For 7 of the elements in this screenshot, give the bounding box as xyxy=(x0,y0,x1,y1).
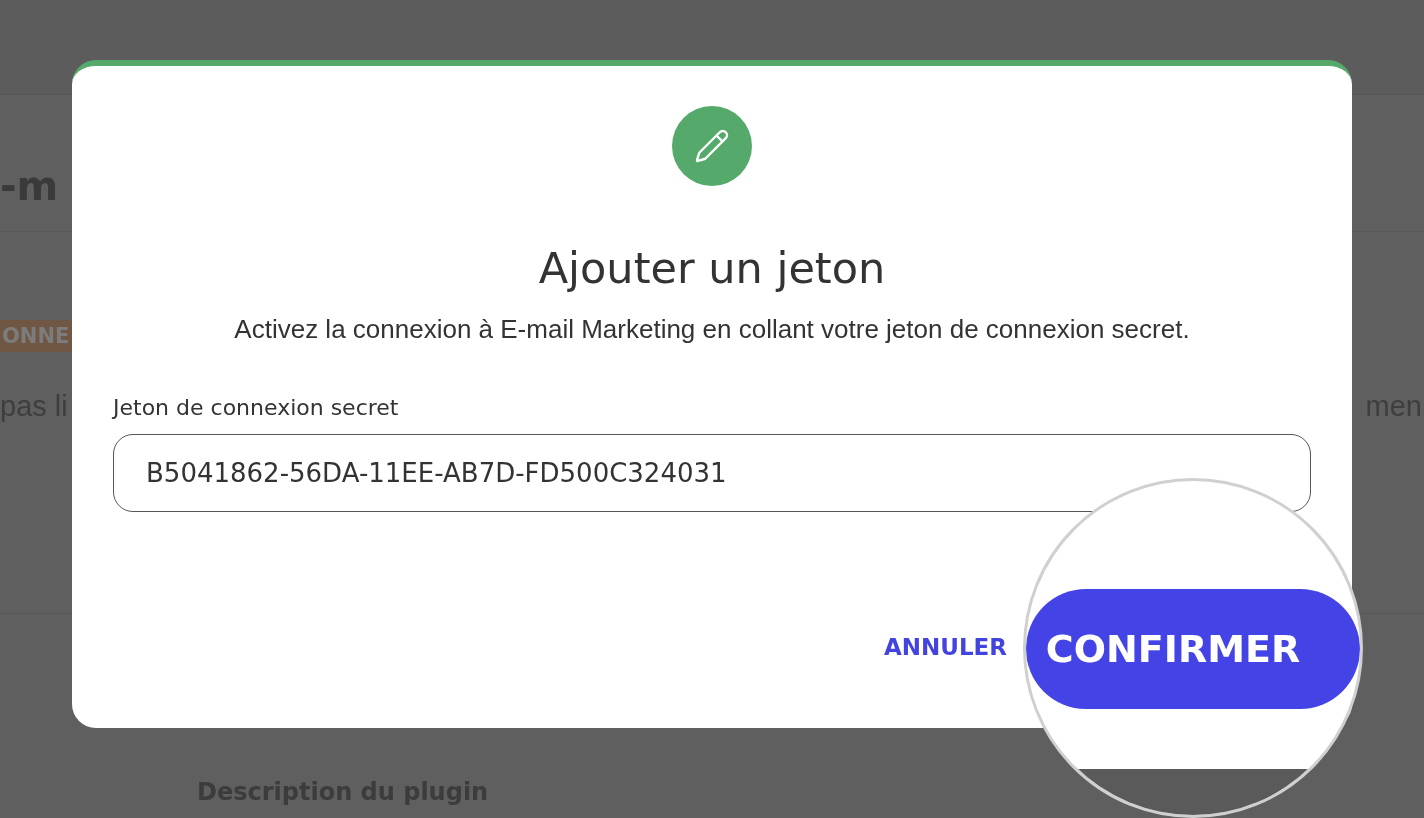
confirm-button[interactable]: CONFIRMER xyxy=(1026,589,1360,709)
status-badge: ONNE xyxy=(0,320,74,352)
dialog-description: Activez la connexion à E-mail Marketing en collant votre jeton de connexion secret. xyxy=(234,314,1190,345)
cancel-button[interactable]: ANNULER xyxy=(881,630,1009,664)
token-field[interactable]: B5041862-56DA-11EE-AB7D-FD500C324031 xyxy=(113,434,1311,512)
field-label: Jeton de connexion secret xyxy=(113,395,399,420)
dialog-title: Ajouter un jeton xyxy=(538,242,886,295)
